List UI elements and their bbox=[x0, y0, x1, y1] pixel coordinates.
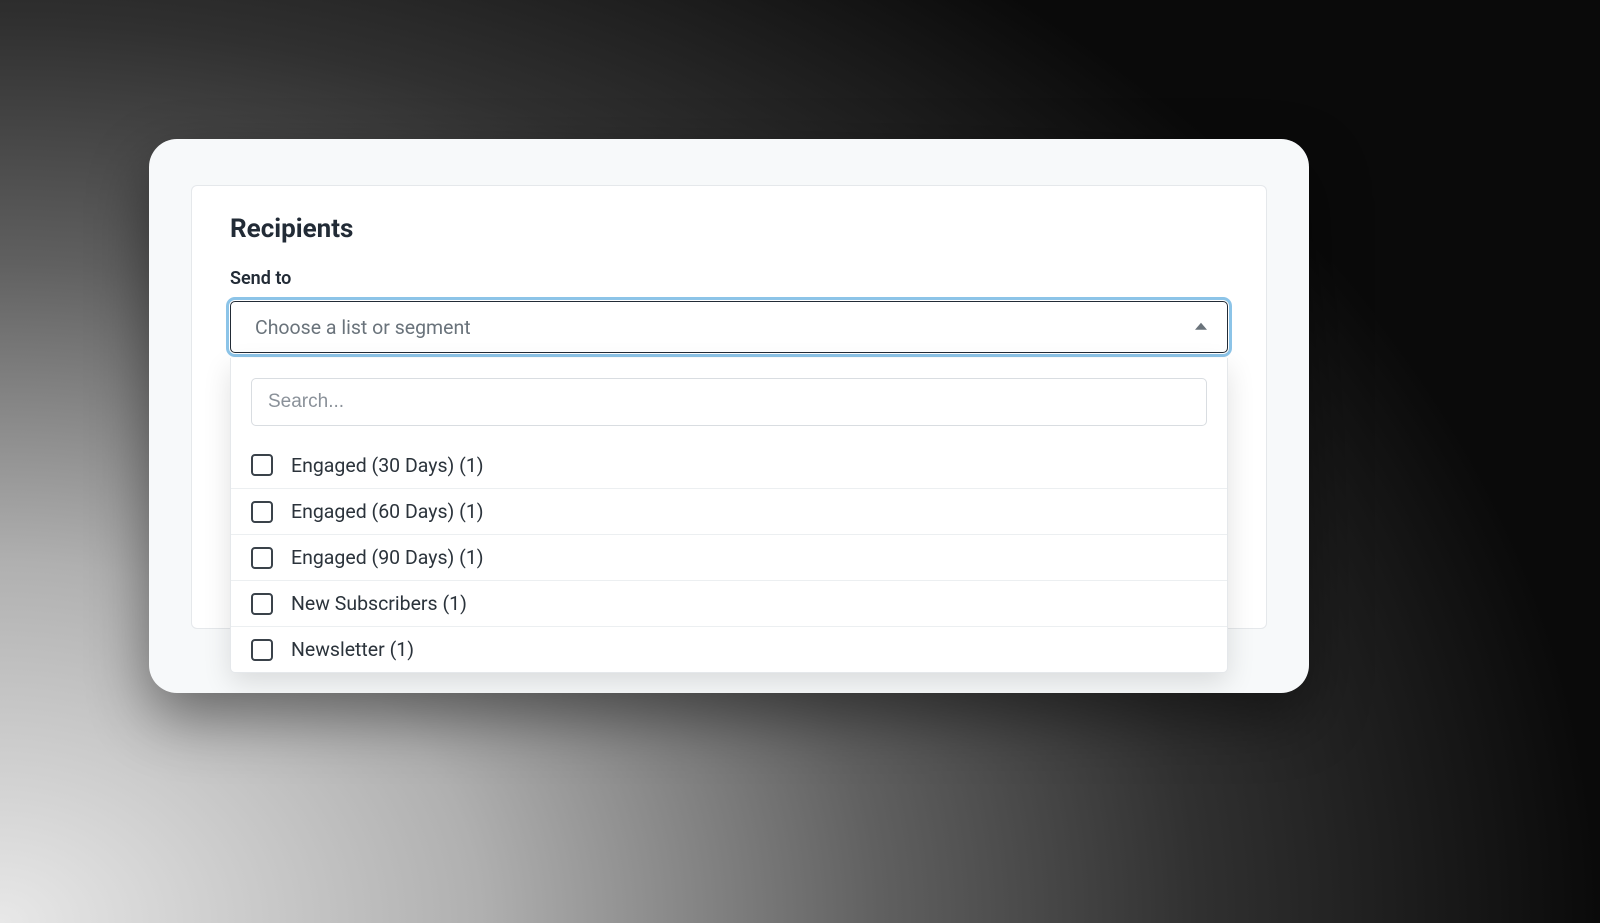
caret-up-icon bbox=[1195, 323, 1207, 330]
recipients-dropdown-panel: Engaged (30 Days) (1) Engaged (60 Days) … bbox=[230, 358, 1228, 673]
recipients-select-placeholder: Choose a list or segment bbox=[255, 316, 471, 339]
recipients-panel: Recipients Send to Choose a list or segm… bbox=[191, 185, 1267, 629]
checkbox-icon[interactable] bbox=[251, 454, 273, 476]
dropdown-search-input[interactable] bbox=[251, 378, 1207, 426]
checkbox-icon[interactable] bbox=[251, 547, 273, 569]
option-label: Engaged (60 Days) (1) bbox=[291, 500, 484, 523]
recipients-select: Choose a list or segment Engaged (30 Day… bbox=[230, 301, 1228, 353]
list-item[interactable]: Engaged (30 Days) (1) bbox=[231, 442, 1227, 488]
list-item[interactable]: New Subscribers (1) bbox=[231, 580, 1227, 626]
list-item[interactable]: Newsletter (1) bbox=[231, 626, 1227, 672]
option-label: Engaged (30 Days) (1) bbox=[291, 454, 484, 477]
modal-card: Recipients Send to Choose a list or segm… bbox=[149, 139, 1309, 693]
section-title: Recipients bbox=[230, 214, 1228, 244]
option-label: Newsletter (1) bbox=[291, 638, 414, 661]
list-item[interactable]: Engaged (90 Days) (1) bbox=[231, 534, 1227, 580]
checkbox-icon[interactable] bbox=[251, 593, 273, 615]
checkbox-icon[interactable] bbox=[251, 639, 273, 661]
field-label-send-to: Send to bbox=[230, 268, 1228, 289]
list-item[interactable]: Engaged (60 Days) (1) bbox=[231, 488, 1227, 534]
option-label: New Subscribers (1) bbox=[291, 592, 467, 615]
dropdown-search-wrap bbox=[231, 358, 1227, 442]
recipients-option-list: Engaged (30 Days) (1) Engaged (60 Days) … bbox=[231, 442, 1227, 672]
checkbox-icon[interactable] bbox=[251, 501, 273, 523]
recipients-select-control[interactable]: Choose a list or segment bbox=[230, 301, 1228, 353]
option-label: Engaged (90 Days) (1) bbox=[291, 546, 484, 569]
